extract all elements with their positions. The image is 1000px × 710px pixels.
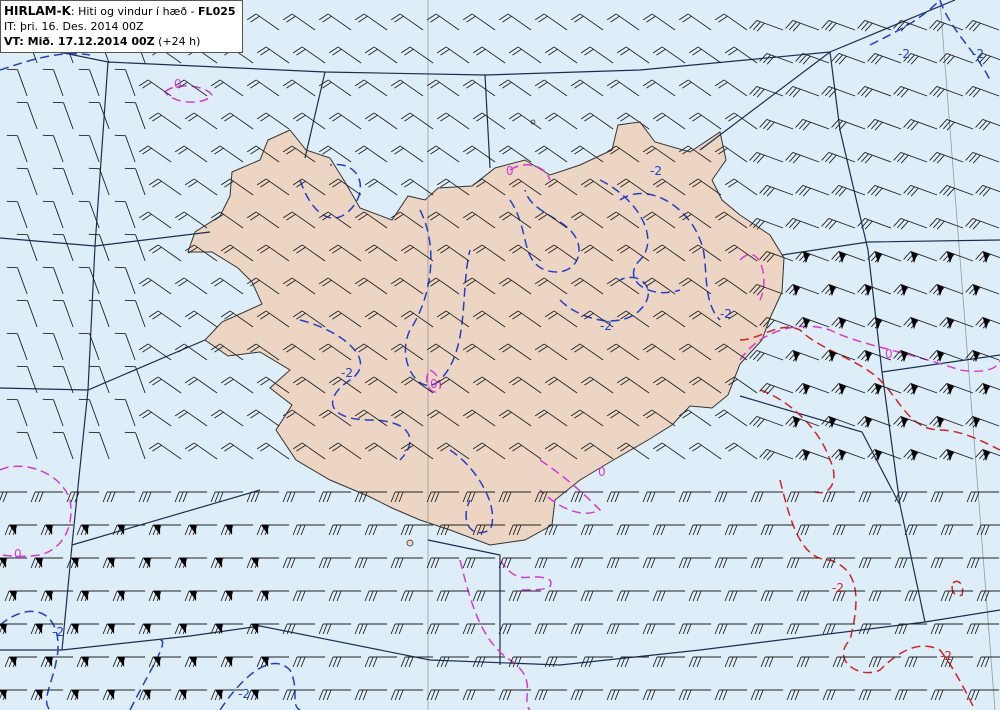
contour-label: 0 (430, 377, 438, 391)
forecast-offset: (+24 h) (158, 35, 201, 48)
contour-label: -2 (720, 307, 732, 321)
init-time-line: IT: þri. 16. Des. 2014 00Z (4, 19, 236, 34)
westman-islands (406, 539, 414, 547)
init-time-label: IT: (4, 20, 20, 33)
contour-label: -2 (600, 319, 612, 333)
valid-time-label: VT: Mið. 17.12.2014 00Z (4, 35, 155, 48)
map-title-box: HIRLAM-K: Hiti og vindur í hæð - FL025 I… (0, 0, 243, 53)
map-canvas: 0 -2 -2 -2 0 -2 0 0 0 -2 -2 -2 -2 0 -2 -… (0, 0, 1000, 710)
contour-label: 0 (598, 465, 606, 479)
contour-label: -2 (898, 47, 910, 61)
valid-time-line: VT: Mið. 17.12.2014 00Z (+24 h) (4, 34, 236, 49)
contour-label: -2 (52, 625, 64, 639)
weather-map: 0 -2 -2 -2 0 -2 0 0 0 -2 -2 -2 -2 0 -2 -… (0, 0, 1000, 710)
contour-label: 0 (174, 77, 182, 91)
title-line: HIRLAM-K: Hiti og vindur í hæð - FL025 (4, 4, 236, 19)
contour-label: -2 (972, 47, 984, 61)
contour-label: -2 (940, 649, 952, 663)
contour-label: -2 (238, 687, 250, 701)
contour-label: -2 (341, 366, 353, 380)
contour-label: -2 (832, 581, 844, 595)
contour-label: -2 (650, 164, 662, 178)
map-description: : Hiti og vindur í hæð - (70, 5, 199, 18)
model-name: HIRLAM-K (4, 4, 71, 18)
init-time-value: þri. 16. Des. 2014 00Z (19, 20, 144, 33)
contour-label: 0 (885, 347, 893, 361)
contour-label: 0 (506, 164, 514, 178)
flight-level: FL025 (198, 5, 236, 18)
contour-label: 0 (14, 547, 22, 561)
